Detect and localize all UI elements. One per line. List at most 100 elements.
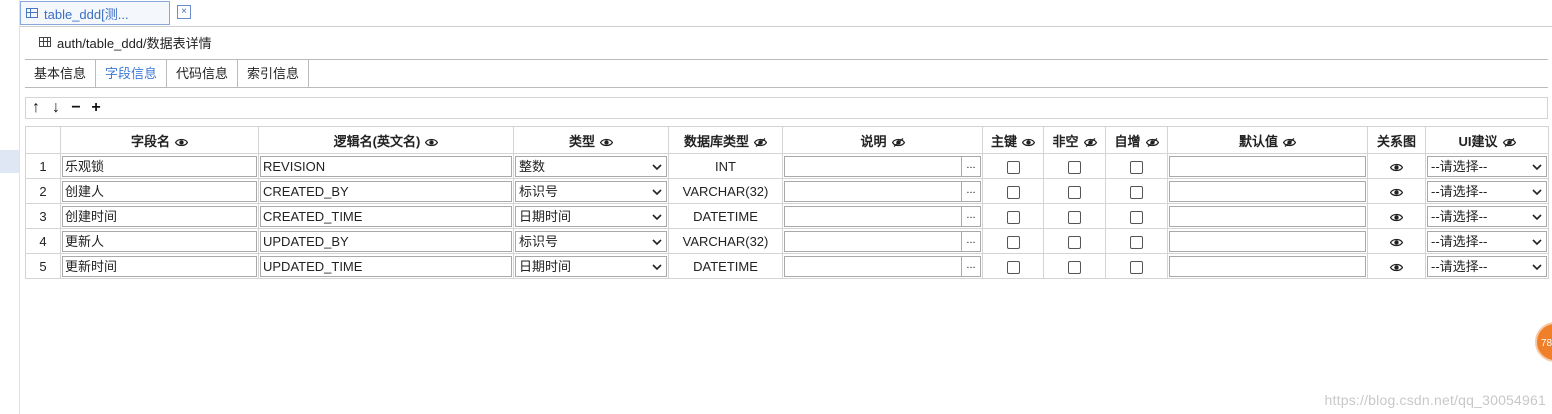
ui-suggestion-select[interactable]: --请选择-- [1427,180,1547,202]
table-header-row: 字段名 逻辑名(英文名) 类型 数据库类型 说明 主键 非空 自增 默认值 关系… [25,126,1549,154]
not-null-checkbox[interactable] [1068,185,1081,199]
description-more-button[interactable]: ... [962,155,981,177]
table-row: 4 更新人 UPDATED_BY 标识号 VARCHAR(32) ... --请… [25,228,1549,254]
ui-suggestion-select[interactable]: --请选择-- [1427,255,1547,277]
eye-icon[interactable] [600,138,613,147]
col-not-null-header[interactable]: 非空 [1043,126,1106,154]
row-number: 1 [25,153,61,179]
not-null-checkbox[interactable] [1068,160,1081,174]
tab-basic-info[interactable]: 基本信息 [25,60,97,87]
document-tab-bar: table_ddd[测... × [19,0,1552,27]
auto-increment-checkbox[interactable] [1130,210,1143,224]
eye-slash-icon[interactable] [891,137,905,147]
chevron-down-icon [652,188,662,195]
default-value-input[interactable] [1169,255,1366,277]
eye-icon[interactable] [175,138,188,147]
move-up-button[interactable]: ↑ [26,98,46,118]
auto-increment-checkbox[interactable] [1130,160,1143,174]
primary-key-checkbox[interactable] [1006,260,1020,274]
auto-increment-checkbox[interactable] [1130,235,1143,249]
eye-icon[interactable] [1389,238,1404,247]
document-tab-label: table_ddd[测... [44,6,129,22]
col-default-header[interactable]: 默认值 [1167,126,1368,154]
col-desc-header[interactable]: 说明 [782,126,983,154]
default-value-input[interactable] [1169,180,1366,202]
chevron-down-icon [1532,163,1542,170]
logic-name-input[interactable]: UPDATED_TIME [260,255,512,277]
description-input[interactable] [784,180,962,202]
add-row-button[interactable]: + [86,98,106,118]
description-more-button[interactable]: ... [962,255,981,277]
type-select[interactable]: 标识号 [515,180,667,202]
primary-key-checkbox[interactable] [1006,185,1020,199]
description-input[interactable] [784,155,962,177]
col-logic-name-header[interactable]: 逻辑名(英文名) [258,126,514,154]
tab-field-info[interactable]: 字段信息 [96,60,168,87]
not-null-checkbox[interactable] [1068,260,1081,274]
auto-increment-checkbox[interactable] [1130,260,1143,274]
col-db-type-header[interactable]: 数据库类型 [668,126,783,154]
sidebar-selected-marker[interactable] [0,150,19,173]
ui-suggestion-select[interactable]: --请选择-- [1427,230,1547,252]
default-value-input[interactable] [1169,205,1366,227]
logic-name-input[interactable]: UPDATED_BY [260,230,512,252]
eye-icon[interactable] [1389,263,1404,272]
not-null-checkbox[interactable] [1068,235,1081,249]
field-toolbar: ↑ ↓ − + [25,97,1548,119]
type-select[interactable]: 日期时间 [515,205,667,227]
col-field-name-header[interactable]: 字段名 [60,126,259,154]
logic-name-input[interactable]: CREATED_TIME [260,205,512,227]
eye-slash-icon[interactable] [1502,137,1516,147]
type-select[interactable]: 日期时间 [515,255,667,277]
tab-index-info[interactable]: 索引信息 [238,60,310,87]
eye-slash-icon[interactable] [1083,137,1097,147]
close-icon[interactable]: × [177,5,191,19]
type-select[interactable]: 整数 [515,155,667,177]
watermark: https://blog.csdn.net/qq_30054961 [1324,392,1546,408]
col-auto-inc-header[interactable]: 自增 [1105,126,1168,154]
default-value-input[interactable] [1169,230,1366,252]
eye-slash-icon[interactable] [1145,137,1159,147]
ui-suggestion-select[interactable]: --请选择-- [1427,205,1547,227]
move-down-button[interactable]: ↓ [46,98,66,118]
remove-row-button[interactable]: − [66,98,86,118]
field-name-input[interactable]: 创建人 [62,180,257,202]
col-ui-header[interactable]: UI建议 [1425,126,1549,154]
description-input[interactable] [784,230,962,252]
db-type-value: DATETIME [668,203,783,229]
chevron-down-icon [652,213,662,220]
col-pk-header[interactable]: 主键 [982,126,1044,154]
col-type-header[interactable]: 类型 [513,126,669,154]
field-name-input[interactable]: 更新人 [62,230,257,252]
description-more-button[interactable]: ... [962,180,981,202]
floating-badge[interactable]: 78 [1535,322,1552,362]
row-number: 3 [25,203,61,229]
eye-icon[interactable] [1389,213,1404,222]
description-more-button[interactable]: ... [962,230,981,252]
field-name-input[interactable]: 创建时间 [62,205,257,227]
description-more-button[interactable]: ... [962,205,981,227]
eye-icon[interactable] [425,138,439,147]
field-name-input[interactable]: 乐观锁 [62,155,257,177]
not-null-checkbox[interactable] [1068,210,1081,224]
type-select[interactable]: 标识号 [515,230,667,252]
eye-icon[interactable] [1022,138,1035,147]
row-number: 2 [25,178,61,204]
eye-icon[interactable] [1389,163,1404,172]
field-name-input[interactable]: 更新时间 [62,255,257,277]
tab-code-info[interactable]: 代码信息 [167,60,239,87]
default-value-input[interactable] [1169,155,1366,177]
auto-increment-checkbox[interactable] [1130,185,1143,199]
ui-suggestion-select[interactable]: --请选择-- [1427,155,1547,177]
primary-key-checkbox[interactable] [1006,210,1020,224]
primary-key-checkbox[interactable] [1006,235,1020,249]
description-input[interactable] [784,205,962,227]
eye-slash-icon[interactable] [1283,137,1296,147]
eye-slash-icon[interactable] [754,137,767,147]
primary-key-checkbox[interactable] [1006,160,1020,174]
eye-icon[interactable] [1389,188,1404,197]
logic-name-input[interactable]: REVISION [260,155,512,177]
document-tab[interactable]: table_ddd[测... × [20,1,191,25]
description-input[interactable] [784,255,962,277]
logic-name-input[interactable]: CREATED_BY [260,180,512,202]
